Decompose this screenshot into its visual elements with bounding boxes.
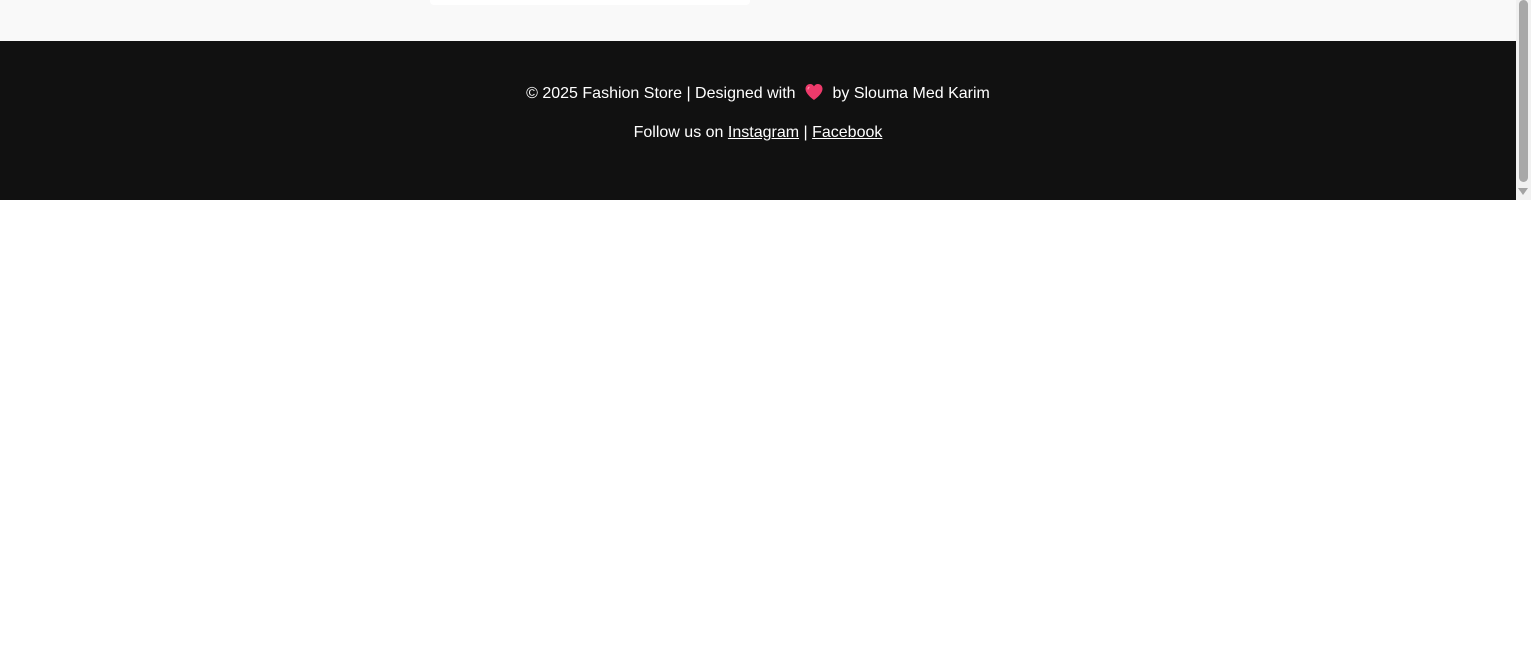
product-card-edge bbox=[430, 0, 750, 5]
follow-prefix: Follow us on bbox=[633, 124, 724, 141]
copyright-prefix: © 2025 Fashion Store | Designed with bbox=[526, 85, 796, 102]
footer-social: Follow us on Instagram | Facebook bbox=[0, 123, 1516, 143]
scroll-down-arrow-icon[interactable] bbox=[1518, 188, 1528, 195]
instagram-link[interactable]: Instagram bbox=[728, 124, 799, 141]
vertical-scrollbar[interactable] bbox=[1516, 0, 1531, 200]
site-footer: © 2025 Fashion Store | Designed with by … bbox=[0, 41, 1516, 200]
page: © 2025 Fashion Store | Designed with by … bbox=[0, 0, 1531, 648]
scrollbar-thumb[interactable] bbox=[1519, 0, 1528, 182]
main-content-area bbox=[0, 0, 1516, 41]
copyright-suffix: by Slouma Med Karim bbox=[832, 85, 990, 102]
footer-copyright: © 2025 Fashion Store | Designed with by … bbox=[0, 83, 1516, 104]
social-separator: | bbox=[803, 124, 808, 141]
heart-icon bbox=[804, 83, 824, 101]
facebook-link[interactable]: Facebook bbox=[812, 124, 882, 141]
